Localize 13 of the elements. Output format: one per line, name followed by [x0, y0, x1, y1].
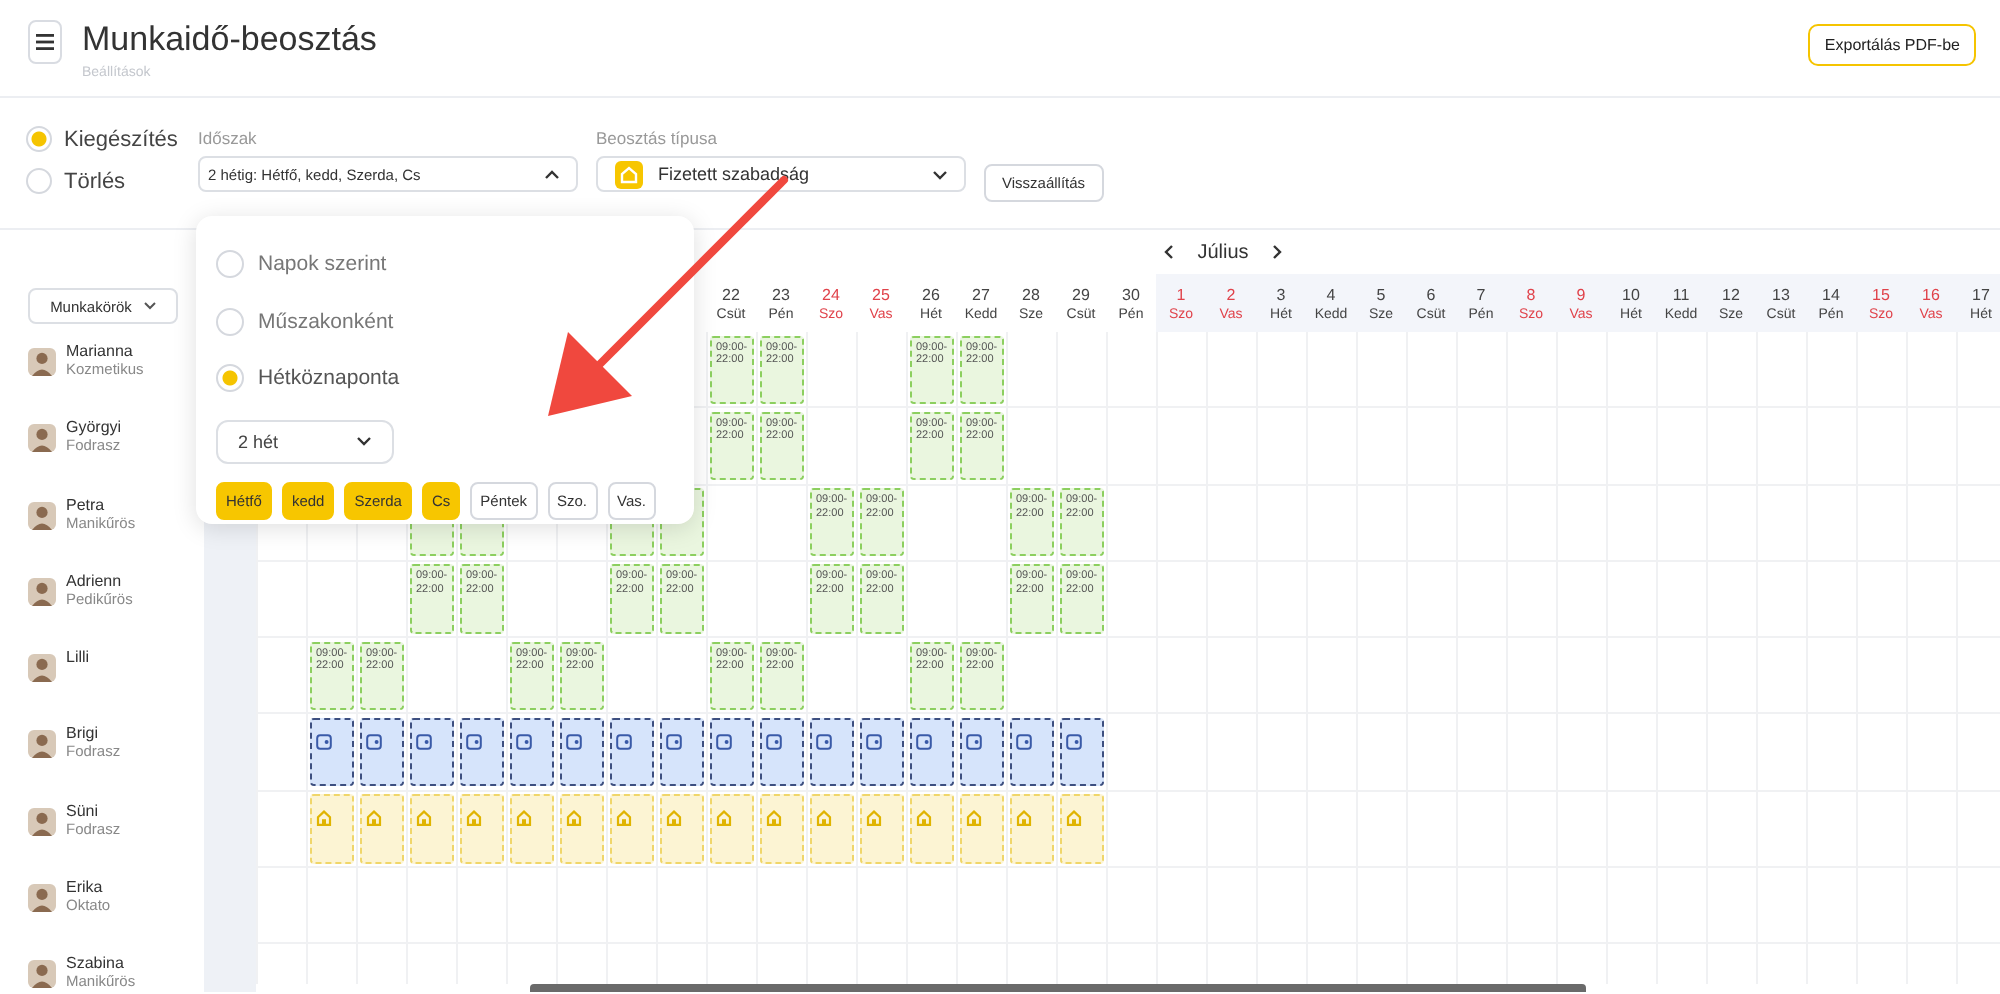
- employee-name: Süni: [66, 803, 101, 820]
- employee-name: Brigi: [66, 726, 101, 743]
- page-title: Munkaidő-beosztás: [82, 20, 377, 60]
- employee-name: Lilli: [66, 650, 90, 667]
- employee-name: Erika: [66, 880, 105, 897]
- employee-name: Marianna: [66, 344, 135, 360]
- employee-name: Szabina: [66, 956, 126, 973]
- employee-name: Petra: [66, 497, 107, 514]
- field-label: Időszak: [198, 128, 259, 148]
- field-label: Beosztás típusa: [596, 128, 719, 148]
- employee-name: Györgyi: [66, 420, 122, 437]
- month-label: Július: [1197, 241, 1249, 263]
- employee-name: Adrienn: [66, 573, 124, 590]
